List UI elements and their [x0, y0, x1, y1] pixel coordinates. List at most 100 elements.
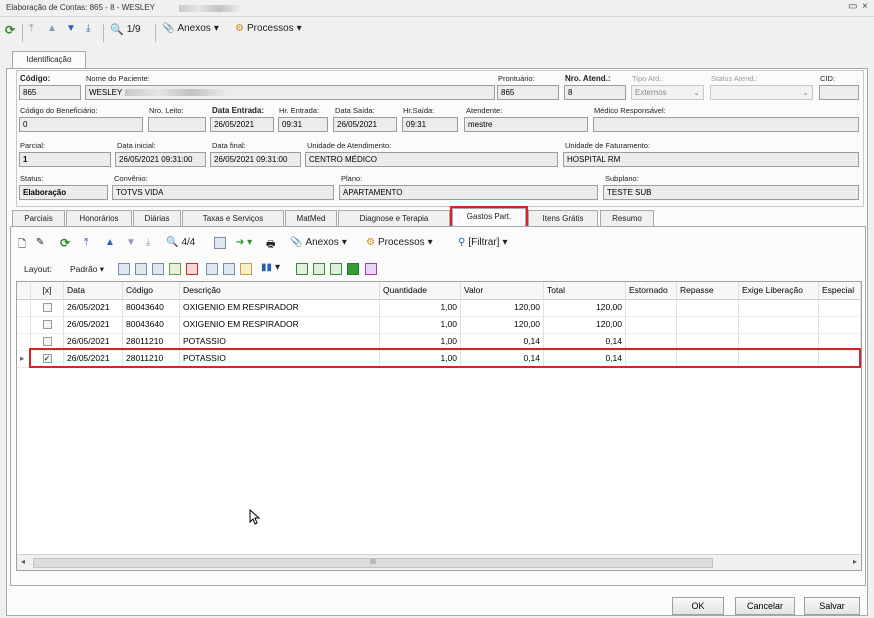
status-atend-select[interactable]: ⌄	[710, 85, 813, 100]
col-quantidade[interactable]: Quantidade	[380, 282, 461, 299]
layout-icon-14[interactable]	[365, 263, 377, 275]
unid-fat-field[interactable]: HOSPITAL RM	[563, 152, 859, 167]
table-row-selected[interactable]: ▸ ✓ 26/05/2021 28011210 POTASSIO 1,00 0,…	[17, 350, 861, 368]
layout-icon-10[interactable]	[296, 263, 308, 275]
find-button[interactable]: 🔍 1/9	[110, 23, 141, 36]
save-layout-icon[interactable]	[169, 263, 181, 275]
atendente-field[interactable]: mestre	[464, 117, 588, 132]
layout-icon-1[interactable]	[118, 263, 130, 275]
next-record-icon[interactable]: ▼	[126, 237, 136, 248]
layout-icon-3[interactable]	[152, 263, 164, 275]
tab-itens-gratis[interactable]: Itens Grátis	[528, 210, 598, 226]
layout-icon-12[interactable]	[330, 263, 342, 275]
horizontal-scrollbar[interactable]: ◂ III ▸	[17, 554, 861, 570]
hr-entrada-field[interactable]: 09:31	[278, 117, 328, 132]
find-button[interactable]: 🔍 4/4	[166, 237, 195, 248]
col-repasse[interactable]: Repasse	[677, 282, 739, 299]
last-record-icon[interactable]: ⤓	[86, 23, 90, 34]
plano-field[interactable]: APARTAMENTO	[339, 185, 598, 200]
table-row[interactable]: 26/05/2021 28011210 POTASSIO 1,00 0,14 0…	[17, 333, 861, 351]
tab-taxas-servicos[interactable]: Taxas e Serviços	[182, 210, 284, 226]
tab-identificacao[interactable]: Identificação	[12, 51, 86, 69]
tab-gastos-part[interactable]: Gastos Part.	[452, 208, 526, 226]
tab-parciais[interactable]: Parciais	[12, 210, 65, 226]
row-checkbox[interactable]: ✓	[31, 350, 64, 367]
prev-record-icon[interactable]: ▲	[105, 237, 115, 248]
padrao-dropdown[interactable]: Padrão ▾	[70, 264, 104, 275]
prontuario-field[interactable]: 865	[497, 85, 559, 100]
convenio-field[interactable]: TOTVS VIDA	[112, 185, 334, 200]
nro-atend-field[interactable]: 8	[564, 85, 626, 100]
layout-icon-8[interactable]	[240, 263, 252, 275]
ok-button[interactable]: OK	[672, 597, 724, 615]
row-checkbox[interactable]	[31, 333, 64, 350]
col-estornado[interactable]: Estornado	[626, 282, 677, 299]
first-record-icon[interactable]: ⤒	[84, 237, 88, 248]
table-row[interactable]: 26/05/2021 80043640 OXIGENIO EM RESPIRAD…	[17, 316, 861, 334]
tab-matmed[interactable]: MatMed	[285, 210, 337, 226]
cid-field[interactable]	[819, 85, 859, 100]
table-row[interactable]: 26/05/2021 80043640 OXIGENIO EM RESPIRAD…	[17, 299, 861, 317]
nro-leito-field[interactable]	[148, 117, 206, 132]
layout-icon-2[interactable]	[135, 263, 147, 275]
processos-menu[interactable]: ⚙ Processos ▾	[366, 237, 433, 248]
save-button[interactable]: Salvar	[804, 597, 860, 615]
medico-field[interactable]	[593, 117, 859, 132]
col-especial[interactable]: Especial	[819, 282, 861, 299]
tab-diarias[interactable]: Diárias	[133, 210, 181, 226]
new-icon[interactable]: 🗋	[18, 237, 26, 254]
cod-benef-field[interactable]: 0	[19, 117, 143, 132]
scroll-right-icon[interactable]: ▸	[853, 557, 857, 566]
data-entrada-field[interactable]: 26/05/2021	[210, 117, 274, 132]
data-saida-field[interactable]: 26/05/2021	[333, 117, 397, 132]
row-checkbox[interactable]	[31, 299, 64, 316]
tab-honorarios[interactable]: Honorários	[66, 210, 132, 226]
chart-icon[interactable]: ▮▮ ▾	[261, 262, 280, 273]
data-inicial-field[interactable]: 26/05/2021 09:31:00	[115, 152, 206, 167]
row-checkbox[interactable]	[31, 316, 64, 333]
codigo-field[interactable]: 865	[19, 85, 81, 100]
col-exige-liberacao[interactable]: Exige Liberação	[739, 282, 819, 299]
next-record-icon[interactable]: ▼	[66, 23, 76, 34]
close-icon[interactable]: ×	[862, 1, 868, 12]
prev-record-icon[interactable]: ▲	[47, 23, 57, 34]
edit-icon[interactable]: ✎	[36, 237, 44, 248]
tipo-atd-select[interactable]: Externos ⌄	[631, 85, 704, 100]
status-field[interactable]: Elaboração	[19, 185, 108, 200]
cell-estornado	[626, 299, 677, 316]
subplano-field[interactable]: TESTE SUB	[603, 185, 859, 200]
calendar-icon[interactable]	[214, 237, 226, 249]
refresh-icon[interactable]: ⟳	[5, 23, 15, 37]
col-codigo[interactable]: Código	[123, 282, 180, 299]
unid-atend-field[interactable]: CENTRO MÉDICO	[305, 152, 558, 167]
print-icon[interactable]: 🖶	[266, 237, 275, 254]
hr-saida-field[interactable]: 09:31	[402, 117, 458, 132]
layout-icon-7[interactable]	[223, 263, 235, 275]
processos-menu[interactable]: ⚙ Processos ▾	[235, 23, 302, 34]
data-final-field[interactable]: 26/05/2021 09:31:00	[210, 152, 301, 167]
tab-diagnose-terapia[interactable]: Diagnose e Terapia	[338, 210, 450, 226]
first-record-icon[interactable]: ⤒	[29, 23, 33, 34]
export-icon[interactable]: ➔ ▾	[236, 237, 252, 248]
col-data[interactable]: Data	[64, 282, 123, 299]
scroll-thumb[interactable]: III	[33, 558, 713, 568]
paciente-field[interactable]: WESLEY	[85, 85, 495, 100]
minimize-icon[interactable]: ▭	[848, 1, 857, 12]
refresh-icon[interactable]: ⟳	[60, 236, 70, 250]
scroll-left-icon[interactable]: ◂	[21, 557, 25, 566]
last-record-icon[interactable]: ⤓	[146, 237, 150, 248]
delete-layout-icon[interactable]	[186, 263, 198, 275]
filtrar-menu[interactable]: ⚲ [Filtrar] ▾	[458, 237, 507, 248]
layout-icon-11[interactable]	[313, 263, 325, 275]
col-valor[interactable]: Valor	[461, 282, 544, 299]
parcial-field[interactable]: 1	[19, 152, 111, 167]
layout-icon-13[interactable]	[347, 263, 359, 275]
col-total[interactable]: Total	[544, 282, 626, 299]
col-check[interactable]: [x]	[31, 282, 64, 299]
col-descricao[interactable]: Descrição	[180, 282, 380, 299]
anexos-menu[interactable]: 📎 Anexos ▾	[162, 23, 219, 34]
cancel-button[interactable]: Cancelar	[735, 597, 795, 615]
tab-resumo[interactable]: Resumo	[600, 210, 654, 226]
layout-icon-6[interactable]	[206, 263, 218, 275]
anexos-menu[interactable]: 📎 Anexos ▾	[290, 237, 347, 248]
